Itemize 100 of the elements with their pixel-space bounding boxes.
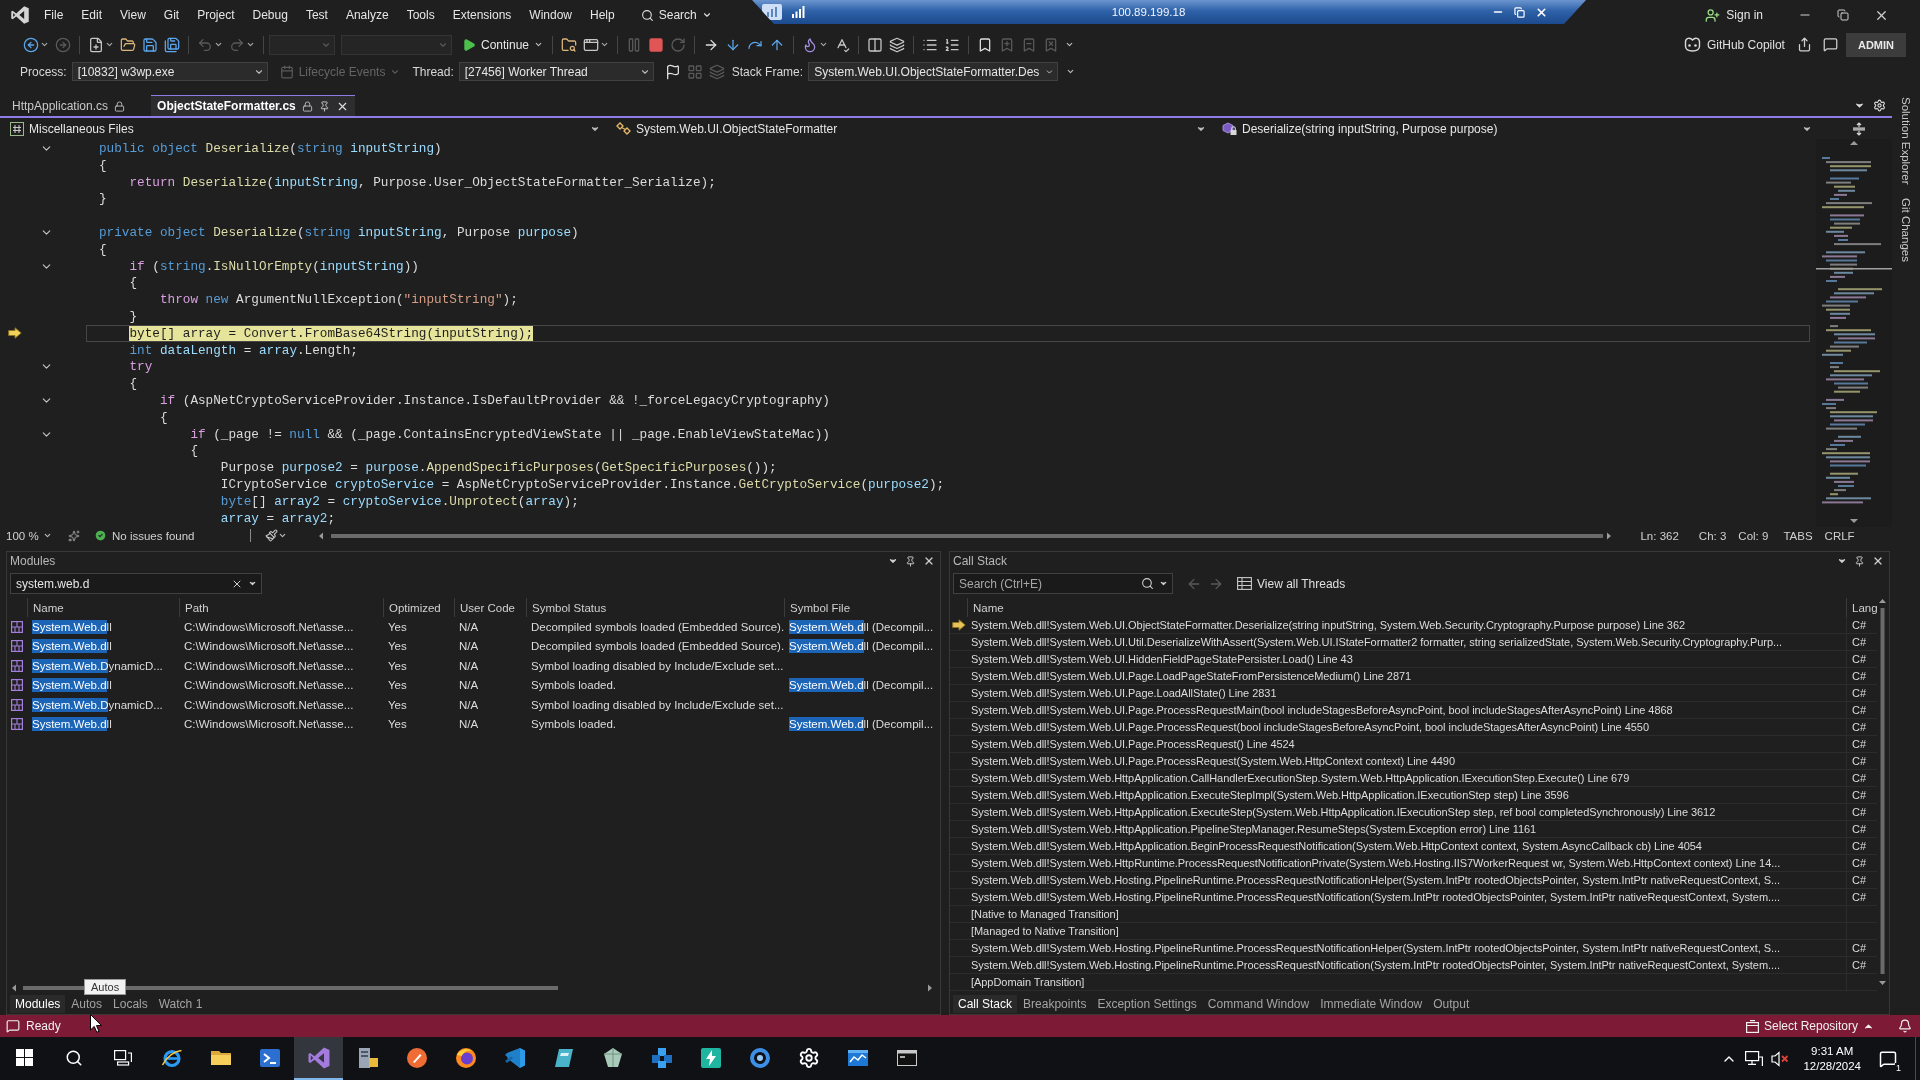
caret-icon[interactable] (248, 579, 257, 588)
menu-item[interactable]: Debug (243, 5, 297, 25)
split-icon[interactable] (1852, 121, 1866, 136)
layers-icon[interactable] (889, 36, 906, 53)
side-tab[interactable]: Git Changes (1900, 197, 1912, 262)
taskbar-app-button[interactable] (294, 1037, 343, 1080)
panel-tab[interactable]: Command Window (1202, 995, 1315, 1013)
zoom-dropdown[interactable]: 100 % (6, 529, 58, 542)
close-icon[interactable] (1872, 555, 1884, 567)
share-icon[interactable] (1796, 37, 1812, 52)
stack-frame-name[interactable]: System.Web.dll!System.Web.UI.HiddenFieldPageStatePersister.Load() Line 43 (967, 653, 1353, 665)
menu-item[interactable]: Test (296, 5, 337, 25)
line-number-label[interactable]: Ln: 362 (1640, 529, 1679, 542)
column-header[interactable]: User Code (454, 598, 526, 617)
panel-tab[interactable]: Output (1428, 995, 1475, 1013)
search-icon[interactable] (1141, 577, 1154, 590)
window-position-icon[interactable] (1837, 556, 1847, 566)
restore-icon[interactable] (1837, 9, 1849, 21)
line-ending-label[interactable]: CRLF (1824, 529, 1855, 542)
menu-item[interactable]: Project (188, 5, 244, 25)
column-header[interactable]: Path (179, 598, 383, 617)
column-label[interactable]: Col: 9 (1738, 529, 1769, 542)
new-file-icon[interactable] (88, 36, 104, 53)
tab-list-icon[interactable] (1854, 100, 1865, 111)
settings-icon[interactable] (1873, 99, 1886, 112)
save-icon[interactable] (142, 36, 158, 53)
member-dropdown[interactable]: Deserialize(string inputString, Purpose purpose) (1218, 119, 1816, 138)
stack-frame-dropdown[interactable]: System.Web.UI.ObjectStateFormatter.Des (808, 62, 1059, 81)
menu-item[interactable]: Edit (72, 5, 112, 25)
task-view-icon[interactable] (113, 1049, 132, 1066)
menu-item[interactable]: Help (581, 5, 624, 25)
side-tab[interactable]: Solution Explorer (1900, 97, 1912, 185)
process-dropdown[interactable]: [10832] w3wp.exe (71, 62, 268, 81)
close-icon[interactable] (1535, 5, 1548, 19)
spell-check-icon[interactable] (834, 36, 851, 53)
stack-frame-name[interactable]: [AppDomain Transition] (967, 976, 1085, 988)
menu-item[interactable]: Extensions (443, 5, 521, 25)
start-icon[interactable] (16, 1049, 33, 1066)
feedback-icon[interactable] (1822, 37, 1838, 52)
caret-icon[interactable] (40, 40, 49, 49)
restore-icon[interactable] (1514, 6, 1525, 18)
column-header[interactable]: Symbol File (784, 598, 938, 617)
column-header[interactable]: Name (27, 598, 179, 617)
select-repository-button[interactable]: Select Repository (1745, 1019, 1874, 1033)
close-icon[interactable] (923, 555, 935, 567)
menu-item[interactable]: Analyze (336, 5, 398, 25)
brush-icon[interactable] (265, 529, 279, 542)
folder-search-icon[interactable] (561, 36, 578, 53)
chart-tile-icon[interactable] (762, 4, 782, 20)
stack-frame-name[interactable]: [Native to Managed Transition] (967, 908, 1119, 920)
stack-frame-name[interactable]: System.Web.dll!System.Web.UI.Page.ProcessRequest(bool includeStagesBeforeAsyncPoint, bool includeStagesAfterAsyncPoint) Line 4550 (967, 721, 1649, 733)
stack-frame-name[interactable]: System.Web.dll!System.Web.HttpApplication.CallHandlerExecutionStep.System.Web.HttpApplication.IExecutionStep.Execute() Line 679 (967, 772, 1630, 784)
sign-in-button[interactable]: Sign in (1705, 7, 1763, 23)
search-field[interactable]: system.web.d (10, 573, 262, 594)
search-icon[interactable] (64, 1048, 83, 1067)
stack-frame-name[interactable]: System.Web.dll!System.Web.UI.Page.ProcessRequest() Line 4524 (967, 738, 1295, 750)
window-position-icon[interactable] (888, 556, 898, 566)
copilot-button[interactable]: GitHub Copilot (1683, 37, 1785, 52)
caret-icon[interactable] (819, 40, 829, 49)
caret-icon[interactable] (105, 40, 114, 49)
toolbar-overflow-icon[interactable] (1066, 67, 1076, 76)
muted-speaker-icon[interactable] (1771, 1050, 1790, 1067)
stack-frame-name[interactable]: System.Web.dll!System.Web.HttpApplication.ExecuteStepImpl(System.Web.HttpApplication.IExecutionStep step) Line 3596 (967, 789, 1569, 801)
document-tab[interactable]: ObjectStateFormatter.cs (151, 95, 355, 116)
panel-tab[interactable]: Autos (66, 995, 108, 1013)
stack-frame-name[interactable]: System.Web.dll!System.Web.UI.Util.DeserializeWithAssert(System.Web.UI.IStateFormatter2 formatter, string serializedState, System.Web.Security.Cryptography.Purp... (967, 636, 1783, 648)
stack-frame-name[interactable]: System.Web.dll!System.Web.Hosting.PipelineRuntime.ProcessRequestNotificationHelper(System.IntPtr rootedObjectsPointer, System.IntPtr nativeRequestContext, S... (967, 942, 1781, 954)
continue-button[interactable]: Continue (458, 33, 548, 56)
notification-icon[interactable] (1879, 1049, 1897, 1068)
caret-icon[interactable] (278, 531, 288, 540)
pin-icon[interactable] (318, 100, 330, 112)
indentation-label[interactable]: TABS (1783, 529, 1813, 542)
search-button[interactable]: Search (635, 6, 717, 24)
flag-icon[interactable] (664, 63, 681, 80)
save-all-icon[interactable] (164, 36, 180, 53)
caret-icon[interactable] (1159, 579, 1168, 588)
column-header[interactable]: Symbol Status (526, 598, 784, 617)
stack-frame-name[interactable]: System.Web.dll!System.Web.UI.Page.LoadAllState() Line 2831 (967, 687, 1277, 699)
stack-frame-name[interactable]: System.Web.dll!System.Web.UI.Page.ProcessRequestMain(bool includeStagesBeforeAsyncPoint, bool includeStagesAfterAsyncPoint) Line 4868 (967, 704, 1673, 716)
thread-dropdown[interactable]: [27456] Worker Thread (458, 62, 654, 81)
panel-tab[interactable]: Watch 1 (153, 995, 208, 1013)
column-header[interactable]: Optimized (383, 598, 454, 617)
stack-frame-name[interactable]: System.Web.dll!System.Web.Hosting.PipelineRuntime.ProcessRequestNotification(System.IntPtr rootedObjectsPointer, System.IntPtr nativeRequestContext, System.... (967, 891, 1781, 903)
panel-tab[interactable]: Breakpoints (1018, 995, 1092, 1013)
type-dropdown[interactable]: System.Web.UI.ObjectStateFormatter (612, 119, 1210, 138)
stack-frame-name[interactable]: System.Web.dll!System.Web.UI.Page.LoadPageStateFromPersistenceMedium() Line 2871 (967, 670, 1412, 682)
stack-frame-name[interactable]: [Managed to Native Transition] (967, 925, 1119, 937)
pin-icon[interactable] (905, 555, 916, 567)
pin-icon[interactable] (1854, 555, 1865, 567)
columns-icon[interactable] (867, 36, 884, 53)
panel-tab[interactable]: Modules (10, 995, 66, 1013)
column-header[interactable]: Lang (1846, 598, 1877, 617)
view-all-threads-button[interactable]: View all Threads (1237, 576, 1346, 591)
issues-button[interactable]: No issues found (94, 529, 195, 542)
numbered-list-icon[interactable] (944, 36, 961, 53)
vertical-scrollbar[interactable] (1877, 596, 1888, 988)
stack-frame-name[interactable]: System.Web.dll!System.Web.UI.ObjectStateFormatter.Deserialize(string inputString, System.Web.Security.Cryptography.Purpose purpose) Line 362 (967, 619, 1685, 631)
stack-frame-name[interactable]: System.Web.dll!System.Web.Hosting.PipelineRuntime.ProcessRequestNotification(System.IntPtr rootedObjectsPointer, System.IntPtr nativeRequestContext, System.... (967, 959, 1781, 971)
column-header[interactable]: Name (967, 598, 1846, 617)
project-dropdown[interactable]: Miscellaneous Files (6, 119, 604, 138)
